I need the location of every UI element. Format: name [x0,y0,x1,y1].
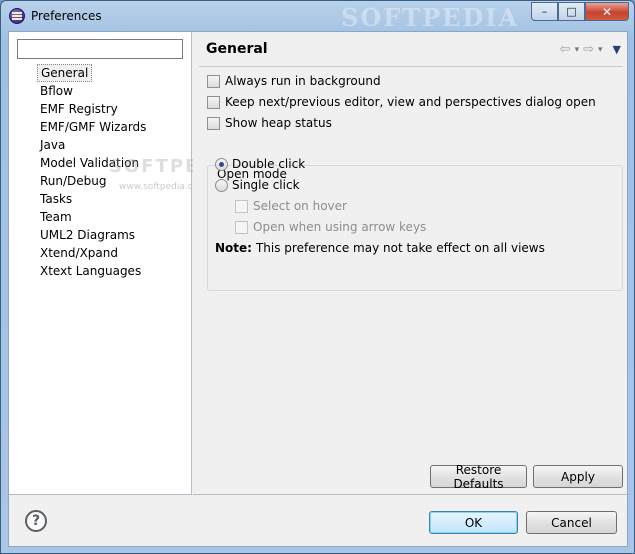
preference-tree-pane: General Bflow EMF Registry EMF/GMF Wizar… [9,32,239,495]
double-click-label: Double click [232,157,306,171]
select-on-hover-label: Select on hover [253,199,347,213]
apply-button[interactable]: Apply [533,465,623,488]
open-arrow-keys-option: Open when using arrow keys [235,219,426,235]
minimize-icon: – [541,5,548,18]
window-controls: – □ ✕ [531,2,629,21]
tree-item-uml2-diagrams[interactable]: UML2 Diagrams [37,226,149,244]
preference-page: General ⇦ ▾ ⇨ ▾ ▼ Always run in backgrou… [193,32,627,495]
close-button[interactable]: ✕ [585,2,629,21]
tree-item-tasks[interactable]: Tasks [37,190,149,208]
show-heap-status-label: Show heap status [225,116,332,130]
select-on-hover-checkbox [235,199,248,213]
help-icon[interactable]: ? [25,510,47,532]
close-icon: ✕ [601,4,613,19]
page-navigation: ⇦ ▾ ⇨ ▾ ▼ [560,42,621,57]
open-arrow-keys-label: Open when using arrow keys [253,220,427,234]
always-run-background-option[interactable]: Always run in background [207,73,381,89]
show-heap-status-option[interactable]: Show heap status [207,115,332,131]
note-text: This preference may not take effect on a… [255,241,545,255]
tree-item-emf-registry[interactable]: EMF Registry [37,100,149,118]
keep-next-previous-label: Keep next/previous editor, view and pers… [225,95,596,109]
always-run-background-checkbox[interactable] [207,74,220,88]
title-bar[interactable]: Preferences SOFTPEDIA – □ ✕ [1,1,634,32]
tree-item-general[interactable]: General [37,64,93,82]
single-click-label: Single click [232,178,300,192]
keep-next-previous-option[interactable]: Keep next/previous editor, view and pers… [207,94,596,110]
tree-item-team[interactable]: Team [37,208,149,226]
tree-item-xtext-languages[interactable]: Xtext Languages [37,262,149,280]
select-on-hover-option: Select on hover [235,198,347,214]
note-prefix: Note: [215,241,252,255]
double-click-option[interactable]: Double click [215,156,305,172]
back-arrow-icon[interactable]: ⇦ [560,42,571,57]
dialog-client-area: General Bflow EMF Registry EMF/GMF Wizar… [8,31,628,547]
maximize-icon: □ [566,5,577,18]
filter-input[interactable] [17,39,183,59]
page-title: General [206,41,268,57]
ok-button[interactable]: OK [429,511,518,534]
tree-item-xtend-xpand[interactable]: Xtend/Xpand [37,244,149,262]
single-click-radio[interactable] [215,178,228,192]
cancel-button[interactable]: Cancel [526,511,617,534]
single-click-option[interactable]: Single click [215,177,300,193]
minimize-button[interactable]: – [531,2,558,21]
show-heap-status-checkbox[interactable] [207,116,220,130]
tree-item-emf-gmf-wizards[interactable]: EMF/GMF Wizards [37,118,149,136]
open-arrow-keys-checkbox [235,220,248,234]
forward-arrow-icon[interactable]: ⇨ [583,42,594,57]
back-dropdown-icon[interactable]: ▾ [575,45,580,55]
keep-next-previous-checkbox[interactable] [207,95,220,109]
maximize-button[interactable]: □ [558,2,585,21]
always-run-background-label: Always run in background [225,74,381,88]
watermark: SOFTPEDIA [341,3,520,32]
title-separator [199,66,623,67]
window-title: Preferences [31,9,102,23]
preferences-window: Preferences SOFTPEDIA – □ ✕ General Bflo… [0,0,635,554]
double-click-radio[interactable] [215,157,228,171]
note: Note: This preference may not take effec… [215,240,545,256]
tree-item-java[interactable]: Java [37,136,149,154]
eclipse-app-icon [9,8,25,24]
view-menu-icon[interactable]: ▼ [613,43,621,56]
restore-defaults-button[interactable]: Restore Defaults [430,463,527,491]
forward-dropdown-icon[interactable]: ▾ [598,45,603,55]
tree-item-bflow[interactable]: Bflow [37,82,149,100]
